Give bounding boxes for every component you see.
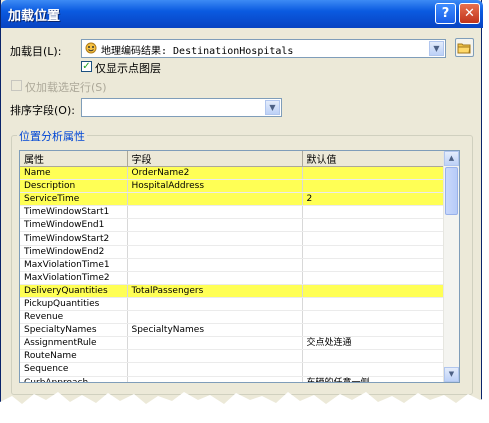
only-display-points-label: 仅显示点图层 (95, 62, 161, 75)
cell-default[interactable] (302, 323, 446, 338)
cell-field[interactable] (127, 336, 303, 351)
cell-property[interactable]: Revenue (20, 310, 128, 325)
browse-folder-button[interactable] (455, 38, 474, 57)
sort-field-label: 排序字段(O): (10, 104, 75, 117)
sort-field-dropdown[interactable]: ▼ (81, 98, 282, 117)
cell-field[interactable] (127, 349, 303, 364)
cell-property[interactable]: AssignmentRule (20, 336, 128, 351)
help-button[interactable]: ? (435, 3, 456, 24)
table-row[interactable]: TimeWindowStart2 (20, 231, 446, 246)
header-field[interactable]: 字段 (127, 151, 303, 167)
cell-default[interactable] (302, 205, 446, 220)
table-row[interactable]: Description HospitalAddress (20, 179, 446, 194)
grid-header-row: 属性 字段 默认值 (20, 151, 446, 167)
geocode-layer-icon (85, 42, 97, 54)
table-row[interactable]: MaxViolationTime2 (20, 271, 446, 285)
cell-default[interactable] (302, 297, 446, 312)
cell-field[interactable]: HospitalAddress (127, 179, 303, 194)
cell-field[interactable] (127, 245, 303, 259)
cell-property[interactable]: Description (20, 179, 128, 194)
cell-field[interactable] (127, 271, 303, 285)
scroll-thumb[interactable] (445, 167, 458, 215)
cell-default[interactable] (302, 218, 446, 233)
table-row[interactable]: Revenue (20, 310, 446, 325)
table-row[interactable]: Name OrderName2 (20, 166, 446, 181)
cell-property[interactable]: TimeWindowStart1 (20, 205, 128, 220)
table-row[interactable]: Sequence (20, 362, 446, 377)
cell-default[interactable]: 车辆的任意一侧 (302, 376, 446, 382)
cell-field[interactable] (127, 218, 303, 233)
table-row[interactable]: ServiceTime 2 (20, 192, 446, 207)
cell-field[interactable] (127, 297, 303, 312)
table-row[interactable]: TimeWindowEnd1 (20, 218, 446, 233)
properties-grid[interactable]: 属性 字段 默认值 Name OrderName2 Description Hospi… (19, 150, 460, 383)
cell-field[interactable]: SpecialtyNames (127, 323, 303, 338)
close-button[interactable]: ✕ (459, 3, 480, 24)
cell-default[interactable] (302, 349, 446, 364)
only-selected-label: 仅加载选定行(S) (25, 81, 107, 94)
cell-default[interactable] (302, 258, 446, 272)
cell-property[interactable]: Sequence (20, 362, 128, 377)
cell-field[interactable] (127, 192, 303, 207)
load-locations-dialog: 加载位置 ? ✕ 加载目(L): 地理编码结果: DestinationHosp… (0, 0, 483, 423)
cell-default[interactable] (302, 271, 446, 285)
cell-field[interactable] (127, 362, 303, 377)
title-bar[interactable]: 加载位置 ? ✕ (1, 0, 483, 28)
cell-default[interactable] (302, 284, 446, 298)
table-row[interactable]: PickupQuantities (20, 297, 446, 312)
header-property[interactable]: 属性 (20, 151, 128, 167)
cell-field[interactable] (127, 258, 303, 272)
header-default[interactable]: 默认值 (302, 151, 446, 167)
cell-property[interactable]: TimeWindowStart2 (20, 231, 128, 246)
cell-property[interactable]: RouteName (20, 349, 128, 364)
properties-table: 属性 字段 默认值 Name OrderName2 Description Hospi… (20, 151, 446, 382)
table-row[interactable]: SpecialtyNames SpecialtyNames (20, 323, 446, 338)
scroll-up-icon[interactable]: ▲ (444, 151, 459, 166)
cell-property[interactable]: ServiceTime (20, 192, 128, 207)
scroll-down-icon[interactable]: ▼ (444, 367, 459, 382)
table-row[interactable]: CurbApproach 车辆的任意一侧 (20, 376, 446, 382)
cell-property[interactable]: CurbApproach (20, 376, 128, 382)
cell-field[interactable]: OrderName2 (127, 166, 303, 181)
table-row[interactable]: DeliveryQuantities TotalPassengers (20, 284, 446, 298)
only-selected-checkbox[interactable] (11, 80, 22, 91)
load-to-label: 加载目(L): (10, 45, 62, 58)
cell-property[interactable]: DeliveryQuantities (20, 284, 128, 298)
cell-property[interactable]: TimeWindowEnd1 (20, 218, 128, 233)
chevron-down-icon[interactable]: ▼ (265, 100, 280, 115)
cell-default[interactable] (302, 166, 446, 181)
table-row[interactable]: RouteName (20, 349, 446, 364)
cell-default[interactable] (302, 245, 446, 259)
cell-field[interactable] (127, 205, 303, 220)
load-to-value: 地理编码结果: DestinationHospitals (101, 46, 294, 57)
cell-default[interactable] (302, 179, 446, 194)
table-row[interactable]: TimeWindowEnd2 (20, 245, 446, 259)
torn-edge (0, 392, 489, 423)
cell-default[interactable] (302, 231, 446, 246)
table-row[interactable]: MaxViolationTime1 (20, 258, 446, 272)
cell-property[interactable]: PickupQuantities (20, 297, 128, 312)
cell-field[interactable] (127, 231, 303, 246)
cell-property[interactable]: MaxViolationTime1 (20, 258, 128, 272)
cell-field[interactable] (127, 376, 303, 382)
vertical-scrollbar[interactable]: ▲ ▼ (443, 151, 459, 382)
table-row[interactable]: AssignmentRule 交点处连通 (20, 336, 446, 351)
cell-default[interactable] (302, 310, 446, 325)
cell-default[interactable]: 交点处连通 (302, 336, 446, 351)
window-title: 加载位置 (8, 9, 61, 24)
load-to-dropdown[interactable]: 地理编码结果: DestinationHospitals ▼ (81, 39, 446, 58)
cell-field[interactable]: TotalPassengers (127, 284, 303, 298)
cell-property[interactable]: TimeWindowEnd2 (20, 245, 128, 259)
table-row[interactable]: TimeWindowStart1 (20, 205, 446, 220)
cell-default[interactable]: 2 (302, 192, 446, 207)
only-display-points-checkbox[interactable]: ✓ (81, 61, 92, 72)
group-title: 位置分析属性 (17, 128, 87, 144)
cell-property[interactable]: SpecialtyNames (20, 323, 128, 338)
cell-property[interactable]: MaxViolationTime2 (20, 271, 128, 285)
cell-field[interactable] (127, 310, 303, 325)
cell-property[interactable]: Name (20, 166, 128, 181)
cell-default[interactable] (302, 362, 446, 377)
chevron-down-icon[interactable]: ▼ (429, 41, 444, 56)
open-folder-icon (457, 43, 471, 54)
